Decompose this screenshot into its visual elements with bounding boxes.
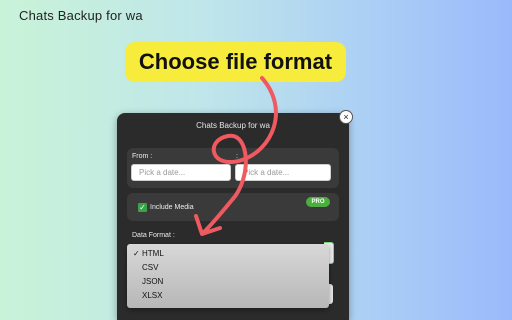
from-label: From : [132, 153, 153, 160]
page-title: Chats Backup for wa [19, 8, 143, 23]
selected-check-icon: ✓ [133, 249, 140, 258]
dropdown-option-html[interactable]: HTML [142, 249, 164, 258]
dropdown-option-csv[interactable]: CSV [142, 263, 158, 272]
include-media-label: Include Media [150, 204, 194, 211]
dropdown-option-json[interactable]: JSON [142, 277, 163, 286]
callout-banner: Choose file format [125, 42, 346, 82]
dropdown-option-xlsx[interactable]: XLSX [142, 291, 162, 300]
pro-badge: PRO [306, 197, 330, 207]
data-format-label: Data Format : [132, 232, 175, 239]
to-label: : [236, 153, 238, 160]
to-date-input[interactable]: Pick a date... [235, 164, 331, 181]
popup-title: Chats Backup for wa [196, 121, 270, 130]
include-media-checkbox[interactable]: ✓ [138, 203, 147, 212]
from-date-input[interactable]: Pick a date... [131, 164, 231, 181]
check-icon: ✓ [139, 203, 146, 212]
